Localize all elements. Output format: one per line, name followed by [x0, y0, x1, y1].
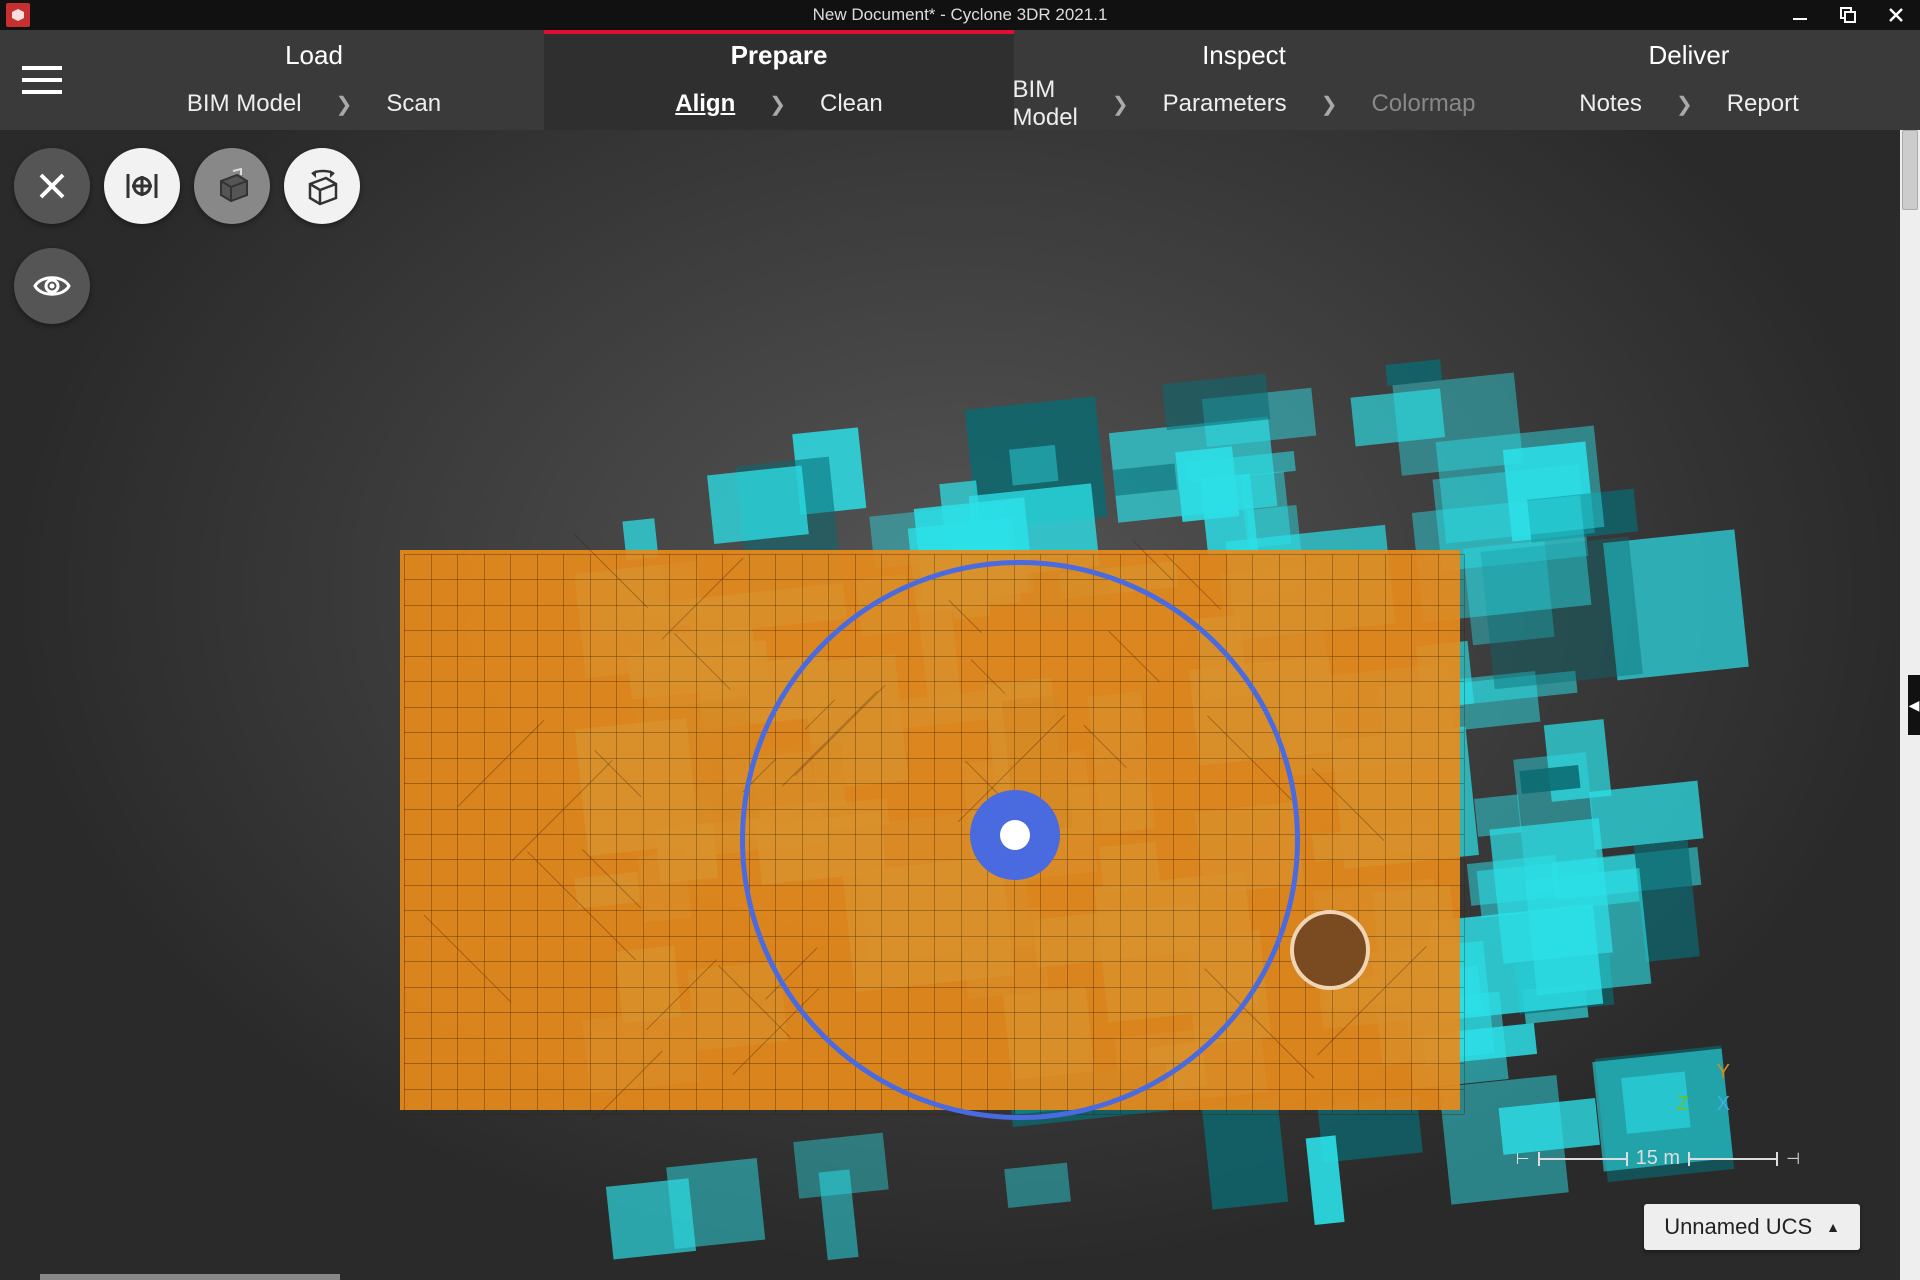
- scale-bar: ⊢ 15 m ⊣: [1516, 1147, 1800, 1170]
- visibility-button[interactable]: [14, 248, 90, 324]
- chevron-right-icon: ❯: [1321, 92, 1338, 117]
- ribbon-group-title: Deliver: [1649, 30, 1730, 78]
- viewport[interactable]: Y Z X ⊢ 15 m ⊣ Unnamed UCS ▲: [0, 130, 1920, 1280]
- ribbon-item-scan[interactable]: Scan: [386, 90, 441, 118]
- titlebar: New Document* - Cyclone 3DR 2021.1: [0, 0, 1920, 30]
- chevron-right-icon: ❯: [336, 92, 353, 117]
- ribbon: Load BIM Model ❯ Scan Prepare Align ❯ Clean Insp…: [0, 30, 1920, 130]
- ribbon-item-parameters[interactable]: Parameters: [1163, 90, 1287, 118]
- dropdown-triangle-icon: ▲: [1826, 1219, 1840, 1235]
- ribbon-group-title: Prepare: [731, 30, 828, 78]
- ribbon-group-deliver: DeliverNotes ❯ Report: [1474, 30, 1904, 130]
- ribbon-group-prepare: Prepare Align ❯ Clean: [544, 30, 1014, 130]
- ribbon-group-load: Load BIM Model ❯ Scan: [84, 30, 544, 130]
- scene-3d[interactable]: Y Z X ⊢ 15 m ⊣ Unnamed UCS ▲: [0, 130, 1900, 1280]
- ribbon-group-title: Inspect: [1202, 30, 1286, 78]
- chevron-right-icon: ❯: [1112, 92, 1129, 117]
- app-icon: [6, 3, 30, 27]
- scale-label: 15 m: [1636, 1147, 1680, 1170]
- axis-label-y: Y: [1677, 1056, 1730, 1088]
- ribbon-item-report[interactable]: Report: [1727, 90, 1799, 118]
- axis-gizmo: Y Z X: [1677, 1056, 1730, 1120]
- panel-expand-handle[interactable]: ◀: [1908, 675, 1920, 735]
- rotate-tool-button[interactable]: [284, 148, 360, 224]
- close-tool-button[interactable]: [14, 148, 90, 224]
- minimize-button[interactable]: [1776, 0, 1824, 30]
- axis-label-z: Z: [1677, 1093, 1689, 1115]
- chevron-right-icon: ❯: [769, 92, 786, 117]
- ribbon-item-bim-model[interactable]: BIM Model: [1013, 76, 1078, 132]
- maximize-button[interactable]: [1824, 0, 1872, 30]
- window-title: New Document* - Cyclone 3DR 2021.1: [813, 5, 1108, 25]
- orbit-reference-point[interactable]: [1290, 910, 1370, 990]
- box-tool-button[interactable]: [194, 148, 270, 224]
- orbit-center-icon[interactable]: [970, 790, 1060, 880]
- align-target-button[interactable]: [104, 148, 180, 224]
- ribbon-item-align[interactable]: Align: [675, 90, 735, 118]
- axis-label-x: X: [1717, 1093, 1730, 1115]
- menu-button[interactable]: [0, 30, 84, 130]
- ribbon-item-clean[interactable]: Clean: [820, 90, 883, 118]
- scrollbar-thumb[interactable]: [1902, 130, 1918, 210]
- bim-model-overlay: [400, 550, 1460, 1110]
- ribbon-item-notes[interactable]: Notes: [1579, 90, 1642, 118]
- ribbon-group-inspect: Inspect BIM Model ❯ Parameters ❯ Colormap: [1014, 30, 1474, 130]
- ucs-dropdown[interactable]: Unnamed UCS ▲: [1644, 1204, 1860, 1250]
- horizontal-scrollbar[interactable]: [40, 1274, 340, 1280]
- close-window-button[interactable]: [1872, 0, 1920, 30]
- ucs-label: Unnamed UCS: [1664, 1214, 1812, 1240]
- ribbon-group-title: Load: [285, 30, 343, 78]
- chevron-right-icon: ❯: [1676, 92, 1693, 117]
- ribbon-item-bim-model[interactable]: BIM Model: [187, 90, 302, 118]
- ribbon-item-colormap: Colormap: [1371, 90, 1475, 118]
